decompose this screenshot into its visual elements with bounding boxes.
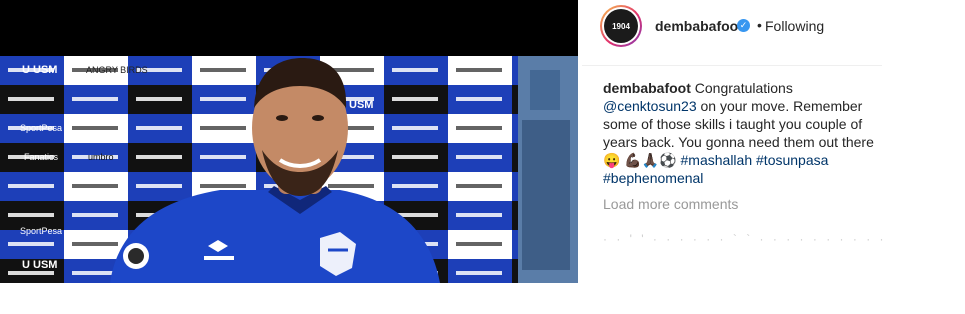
following-button[interactable]: Following <box>765 18 824 34</box>
post-side-panel: 1904 dembabafoot ✓ • Following dembabafo… <box>582 0 965 314</box>
board-logo-sportpesa: SportPesa <box>20 123 62 133</box>
caption-username-link[interactable]: dembabafoot <box>603 80 691 96</box>
caption-text-part-1: Congratulations <box>694 80 793 96</box>
profile-avatar[interactable]: 1904 <box>600 5 642 47</box>
caption-mention-link[interactable]: @cenktosun23 <box>603 98 697 114</box>
post-caption: dembabafoot Congratulations @cenktosun23… <box>603 79 878 187</box>
board-logo-angry-birds: ANGRY BIRDS <box>86 65 148 75</box>
board-logo-umbro: umbro <box>88 152 114 162</box>
faded-comment-line: · · ' ' · · · · · · ` ` · · · · · · · · … <box>603 232 883 244</box>
board-logo-usm-2: U USM <box>22 259 57 271</box>
post-header: 1904 dembabafoot ✓ • Following <box>582 0 882 56</box>
board-logo-sportpesa-2: SportPesa <box>20 226 62 236</box>
hashtag-link-bephenomenal[interactable]: #bephenomenal <box>603 170 703 186</box>
post-image[interactable]: U USM ANGRY BIRDS SportPesa Fanatics umb… <box>0 0 578 283</box>
hashtag-link-mashallah[interactable]: #mashallah <box>681 152 753 168</box>
board-logo-usm: U USM <box>22 64 57 76</box>
avatar-badge-1904: 1904 <box>604 9 638 43</box>
avatar-ring: 1904 <box>602 7 640 45</box>
verified-badge-icon: ✓ <box>737 19 750 32</box>
separator-dot: • <box>757 17 762 33</box>
profile-username-link[interactable]: dembabafoot <box>655 18 743 34</box>
hashtag-link-tosunpasa[interactable]: #tosunpasa <box>756 152 828 168</box>
load-more-comments-button[interactable]: Load more comments <box>603 196 738 212</box>
board-logo-fanatics: Fanatics <box>24 152 59 162</box>
caption-emojis: 😛 💪🏿🙏🏿⚽ <box>603 152 677 168</box>
header-divider <box>582 65 882 66</box>
